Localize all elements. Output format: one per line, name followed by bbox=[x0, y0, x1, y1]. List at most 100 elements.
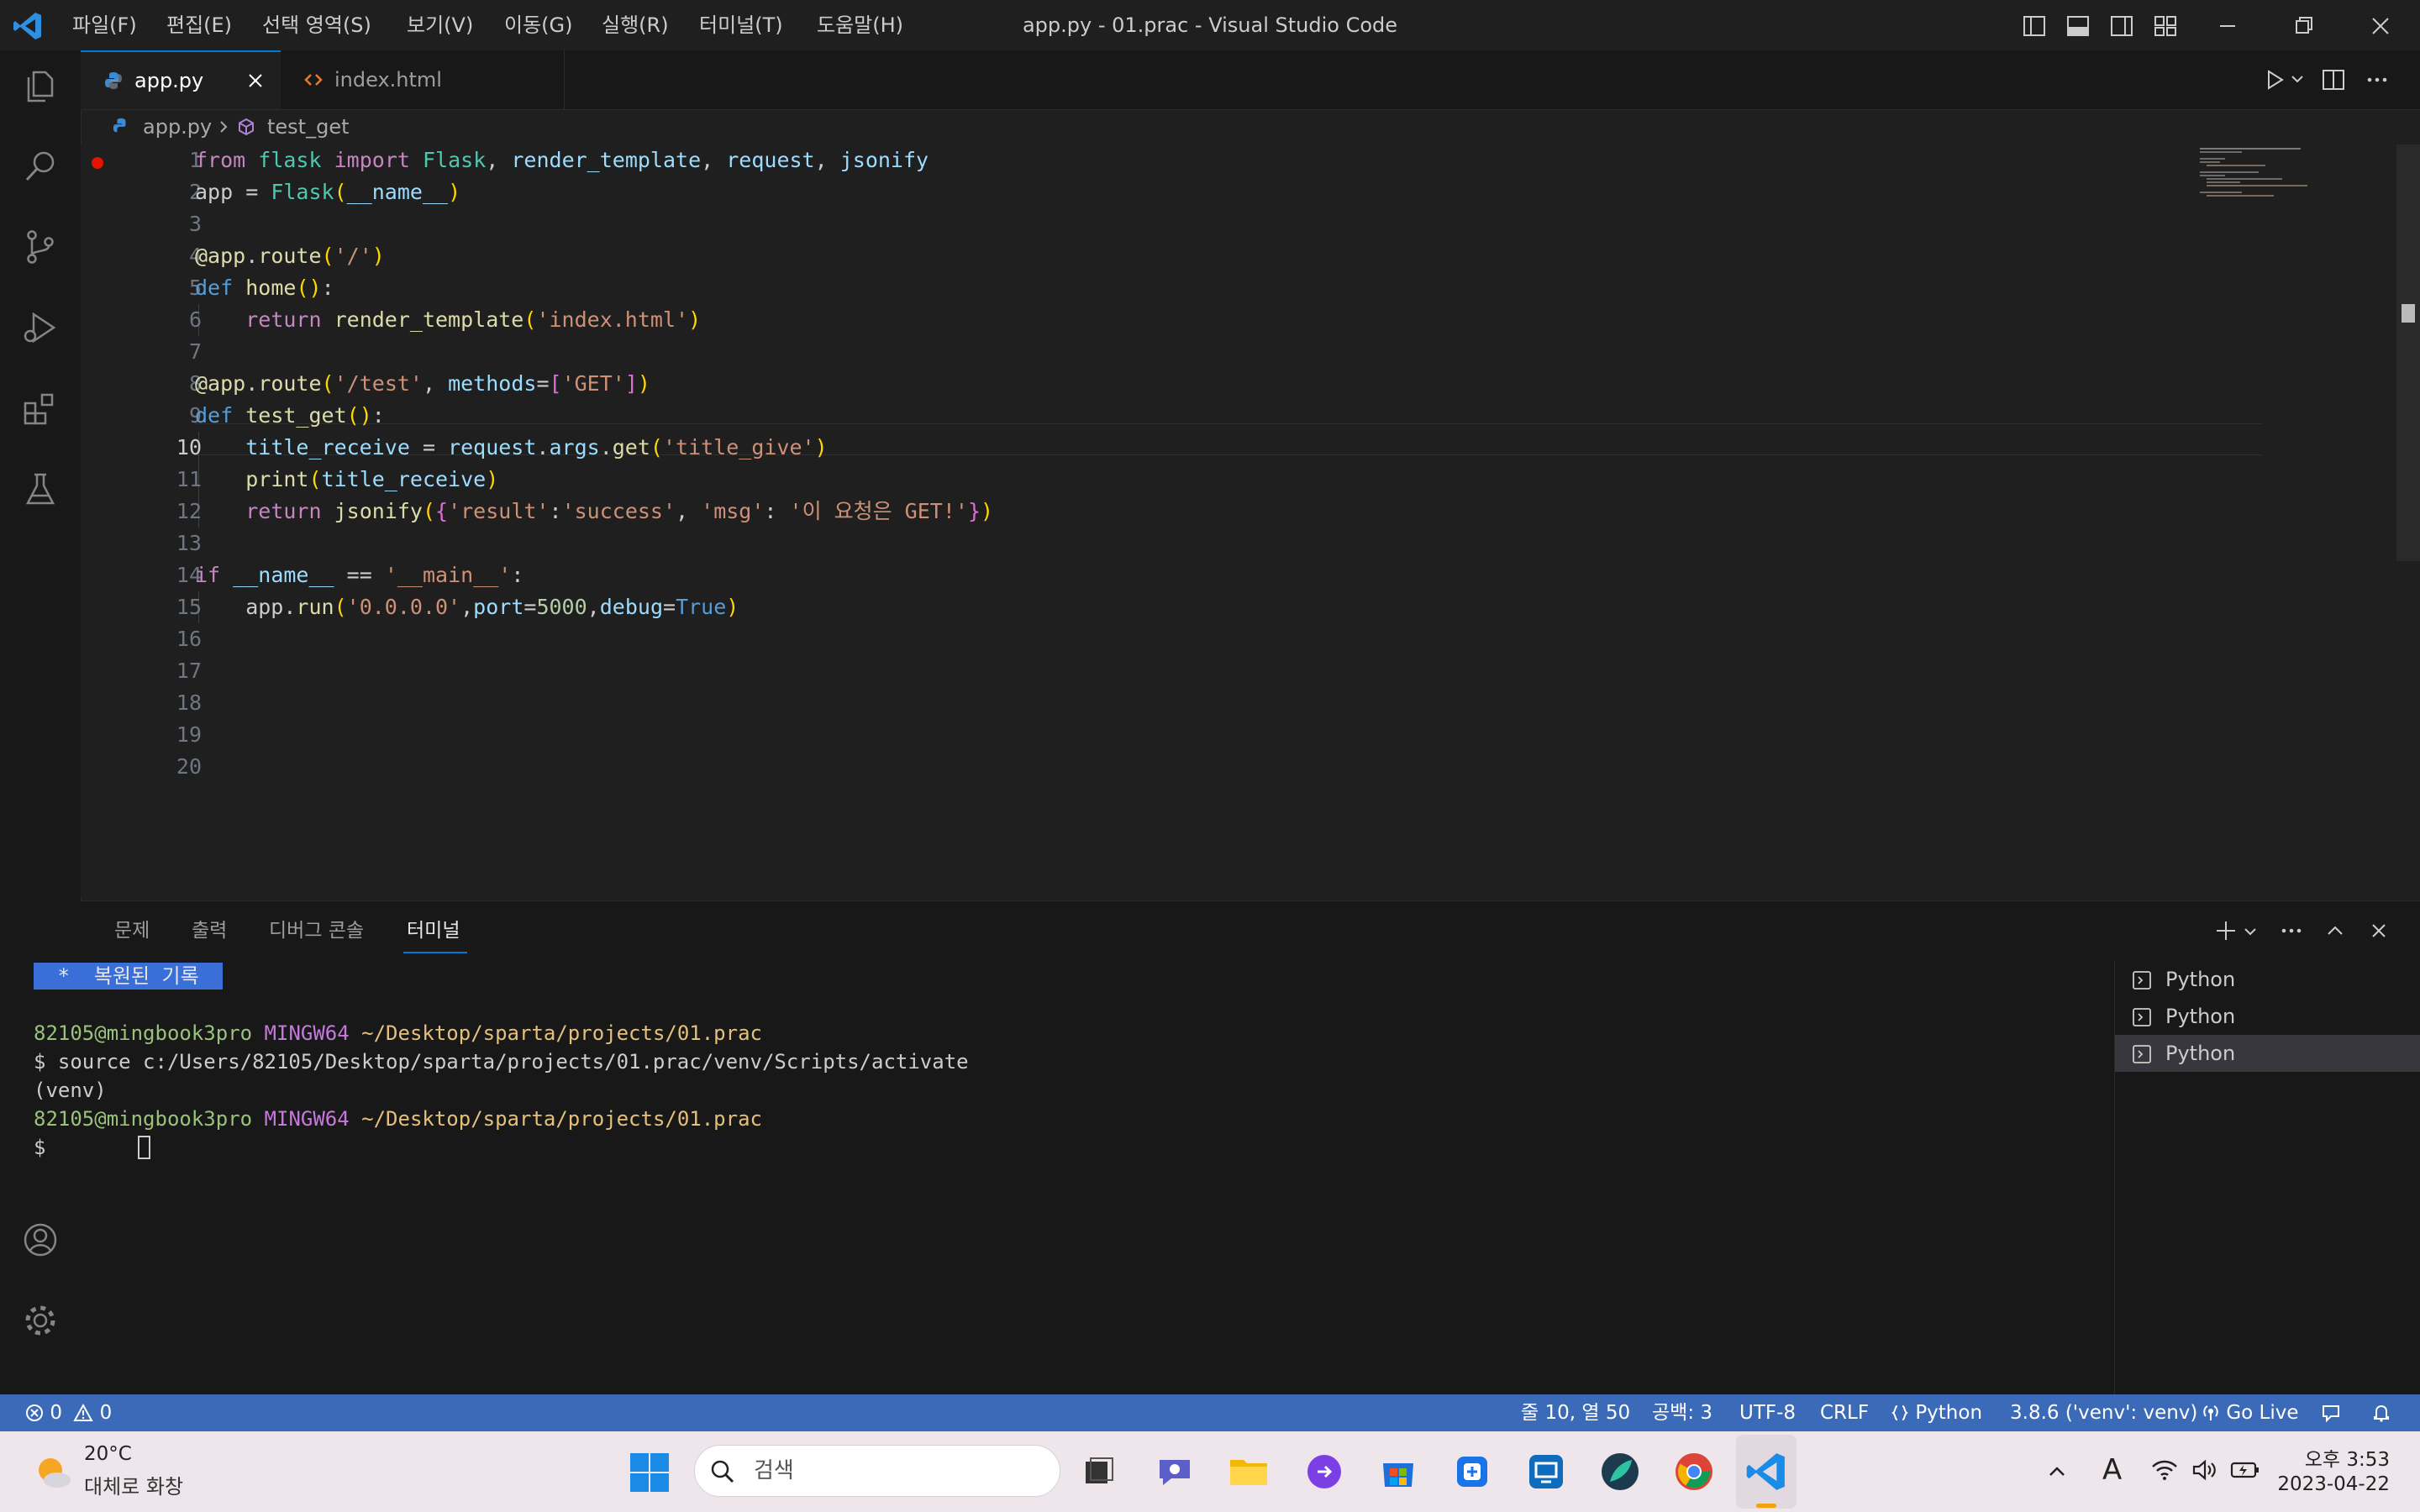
menu-go[interactable]: 이동(G) bbox=[504, 0, 572, 50]
panel-tab-output[interactable]: 출력 bbox=[192, 901, 227, 960]
testing-flask-icon[interactable] bbox=[22, 470, 59, 507]
terminal-instance-selected[interactable]: Python bbox=[2115, 1035, 2420, 1072]
chrome-icon[interactable] bbox=[1672, 1450, 1716, 1494]
panel-tab-debug-console[interactable]: 디버그 콘솔 bbox=[269, 901, 364, 960]
menu-help[interactable]: 도움말(H) bbox=[817, 0, 903, 50]
language-mode[interactable]: Python bbox=[1891, 1394, 1982, 1431]
toggle-secondary-sidebar-icon[interactable] bbox=[2109, 13, 2134, 39]
status-bar: 0 0 줄 10, 열 50 공백: 3 UTF-8 CRLF Python 3… bbox=[0, 1394, 2420, 1431]
search-icon[interactable] bbox=[22, 148, 59, 185]
go-live-label: Go Live bbox=[2226, 1402, 2299, 1424]
settings-gear-icon[interactable] bbox=[22, 1302, 59, 1339]
terminal-profile-chevron-down-icon[interactable] bbox=[2242, 923, 2259, 940]
more-actions-icon[interactable] bbox=[2365, 67, 2390, 92]
split-editor-icon[interactable] bbox=[2321, 67, 2346, 92]
terminal-label: Python bbox=[2165, 1042, 2236, 1065]
tray-chevron-up-icon[interactable] bbox=[2045, 1460, 2069, 1483]
close-panel-icon[interactable] bbox=[2366, 918, 2391, 943]
windows-start-icon[interactable] bbox=[630, 1453, 669, 1492]
menu-view[interactable]: 보기(V) bbox=[407, 0, 473, 50]
clock-date[interactable]: 2023-04-22 bbox=[2272, 1473, 2390, 1495]
terminal-instance[interactable]: Python bbox=[2115, 998, 2420, 1035]
menu-selection[interactable]: 선택 영역(S) bbox=[262, 0, 371, 50]
toggle-primary-sidebar-icon[interactable] bbox=[2022, 13, 2047, 39]
explorer-icon[interactable] bbox=[22, 67, 59, 104]
warning-icon bbox=[73, 1404, 93, 1421]
menu-terminal[interactable]: 터미널(T) bbox=[699, 0, 783, 50]
encoding[interactable]: UTF-8 bbox=[1739, 1394, 1796, 1431]
run-python-file-icon[interactable] bbox=[2262, 67, 2287, 92]
accounts-icon[interactable] bbox=[22, 1221, 59, 1258]
code-line: @app.route('/') bbox=[195, 244, 385, 268]
code-line: def home(): bbox=[195, 276, 334, 300]
minimize-icon[interactable] bbox=[2215, 13, 2240, 39]
python-file-icon bbox=[104, 71, 123, 90]
python-interpreter[interactable]: 3.8.6 ('venv': venv) bbox=[2010, 1394, 2197, 1431]
weather-temp[interactable]: 20°C bbox=[84, 1443, 132, 1465]
vscode-taskbar-icon[interactable] bbox=[1744, 1450, 1788, 1494]
wifi-icon[interactable] bbox=[2151, 1458, 2178, 1482]
file-explorer-icon[interactable] bbox=[1227, 1450, 1270, 1494]
taskbar-search-box[interactable]: 검색 bbox=[694, 1445, 1060, 1497]
microsoft-store-icon[interactable] bbox=[1376, 1450, 1420, 1494]
code-line: if __name__ == '__main__': bbox=[195, 563, 524, 587]
minimap[interactable] bbox=[2198, 144, 2383, 212]
close-window-icon[interactable] bbox=[2368, 13, 2393, 39]
feedback-icon[interactable] bbox=[2321, 1403, 2341, 1423]
task-view-icon[interactable] bbox=[1077, 1450, 1121, 1494]
app-circle-arrow-icon[interactable] bbox=[1302, 1450, 1346, 1494]
volume-icon[interactable] bbox=[2191, 1458, 2218, 1482]
terminal-instance[interactable]: Python bbox=[2115, 961, 2420, 998]
panel-more-actions-icon[interactable] bbox=[2279, 918, 2304, 943]
line-number: 8 bbox=[188, 371, 202, 396]
restored-history-banner: * 복원된 기록 bbox=[34, 963, 224, 990]
weather-sun-icon[interactable] bbox=[32, 1452, 74, 1494]
panel-tab-problems[interactable]: 문제 bbox=[114, 901, 150, 960]
line-number: 9 bbox=[188, 403, 202, 428]
end-of-line[interactable]: CRLF bbox=[1820, 1394, 1869, 1431]
cursor-position[interactable]: 줄 10, 열 50 bbox=[1521, 1394, 1630, 1431]
breadcrumb-file[interactable]: app.py bbox=[143, 109, 212, 144]
new-terminal-plus-icon[interactable] bbox=[2213, 918, 2238, 943]
remote-desktop-icon[interactable] bbox=[1524, 1450, 1568, 1494]
tab-index-html[interactable]: index.html bbox=[281, 50, 565, 109]
run-and-debug-icon[interactable] bbox=[22, 309, 59, 346]
clock-time[interactable]: 오후 3:53 bbox=[2289, 1443, 2390, 1472]
problems-status[interactable]: 0 0 bbox=[25, 1394, 112, 1431]
battery-charging-icon[interactable] bbox=[2230, 1460, 2260, 1480]
toggle-panel-icon[interactable] bbox=[2065, 13, 2091, 39]
indentation[interactable]: 공백: 3 bbox=[1652, 1394, 1712, 1431]
feather-app-icon[interactable] bbox=[1598, 1450, 1642, 1494]
restore-icon[interactable] bbox=[2291, 13, 2316, 39]
breadcrumb-symbol[interactable]: test_get bbox=[267, 109, 350, 144]
calculator-app-icon[interactable] bbox=[1450, 1450, 1494, 1494]
close-tab-icon[interactable] bbox=[245, 71, 266, 91]
editor-vertical-scrollbar[interactable] bbox=[2396, 144, 2420, 561]
code-line: app = Flask(__name__) bbox=[195, 180, 461, 204]
line-number: 15 bbox=[176, 595, 202, 619]
line-number: 12 bbox=[176, 499, 202, 523]
run-options-chevron-down-icon[interactable] bbox=[2289, 71, 2306, 87]
notifications-bell-icon[interactable] bbox=[2371, 1403, 2391, 1423]
menu-edit[interactable]: 편집(E) bbox=[166, 0, 232, 50]
weather-desc[interactable]: 대체로 화창 bbox=[84, 1470, 183, 1499]
line-number: 5 bbox=[188, 276, 202, 300]
source-control-icon[interactable] bbox=[22, 228, 59, 265]
terminal-icon bbox=[2133, 1045, 2151, 1063]
maximize-panel-chevron-up-icon[interactable] bbox=[2323, 918, 2348, 943]
breakpoint-icon[interactable] bbox=[91, 156, 104, 170]
line-number: 1 bbox=[188, 148, 202, 172]
tab-app-py[interactable]: app.py bbox=[81, 50, 281, 109]
menu-run[interactable]: 실행(R) bbox=[602, 0, 669, 50]
extensions-icon[interactable] bbox=[22, 390, 59, 427]
ime-indicator[interactable]: A bbox=[2102, 1453, 2122, 1487]
teams-chat-icon[interactable] bbox=[1153, 1450, 1197, 1494]
go-live-button[interactable]: Go Live bbox=[2202, 1394, 2298, 1431]
code-editor[interactable]: 1 2 3 4 5 6 7 8 9 10 11 12 13 14 15 16 1… bbox=[81, 144, 2420, 897]
menu-file[interactable]: 파일(F) bbox=[72, 0, 137, 50]
customize-layout-icon[interactable] bbox=[2153, 13, 2178, 39]
terminal-input-line[interactable]: $ bbox=[34, 1133, 58, 1162]
line-number: 11 bbox=[176, 467, 202, 491]
windows-taskbar: 20°C 대체로 화창 검색 A 오후 3:53 2023-04-22 bbox=[0, 1431, 2420, 1512]
line-number: 3 bbox=[188, 212, 202, 236]
